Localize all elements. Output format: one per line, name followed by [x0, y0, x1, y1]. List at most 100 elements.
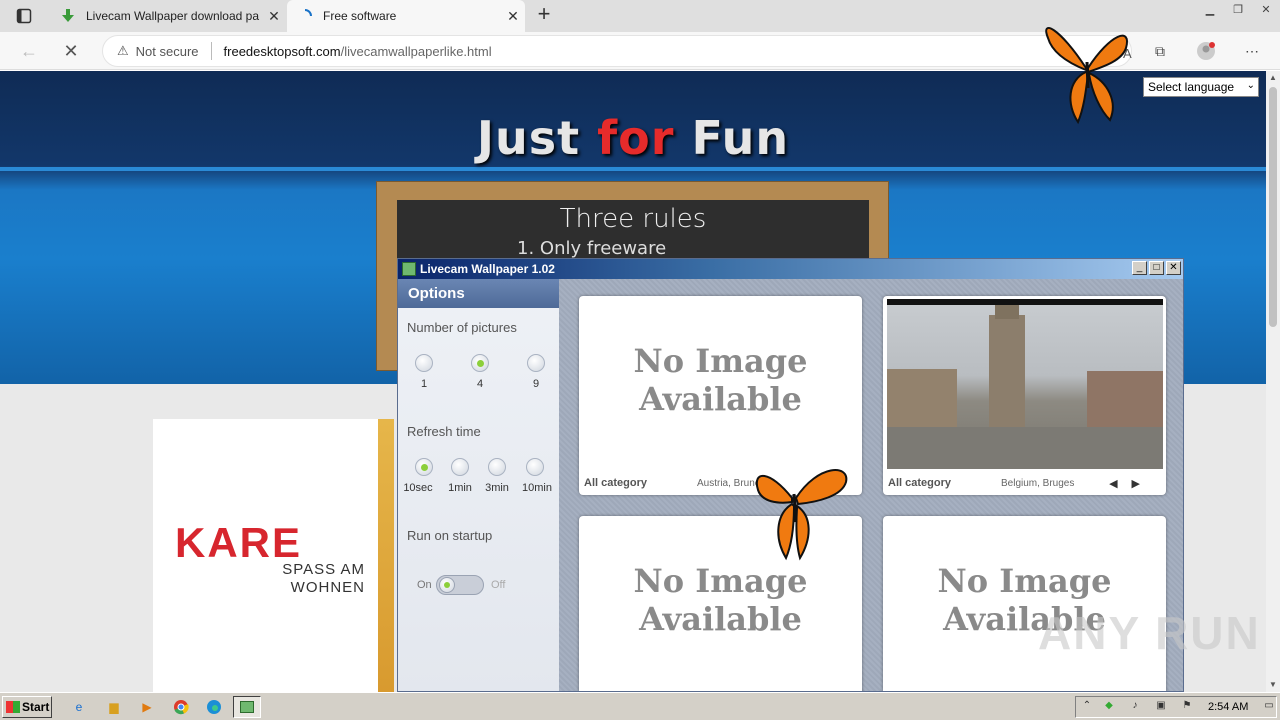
options-panel: Options Number of pictures 1 4 9 Refresh… [398, 279, 559, 691]
camera-category[interactable]: All category [888, 477, 951, 489]
radio-refresh-10min[interactable] [526, 458, 544, 476]
stop-loading-button[interactable]: ✕ [58, 38, 84, 64]
minimize-button[interactable]: ▁ [1196, 0, 1224, 18]
toggle-on-label: On [417, 579, 432, 591]
language-select[interactable]: Select language ⌄ [1143, 77, 1259, 97]
board-title: Three rules [559, 204, 707, 234]
chevron-up-icon[interactable]: ⌃ [1080, 700, 1094, 714]
radio-refresh-3min[interactable] [488, 458, 506, 476]
new-tab-button[interactable]: + [533, 3, 555, 26]
belfry-tower-shape [989, 305, 1025, 427]
minimize-button[interactable]: _ [1132, 261, 1147, 275]
toggle-knob[interactable] [439, 577, 455, 593]
back-button[interactable]: ← [16, 38, 42, 64]
no-image-line-2: Available [639, 600, 802, 638]
radio-label: 1min [448, 482, 472, 494]
radio-refresh-1min[interactable] [451, 458, 469, 476]
no-image-line-2: Available [639, 380, 802, 418]
scroll-thumb[interactable] [1269, 87, 1277, 327]
camera-category[interactable]: All category [584, 477, 647, 489]
language-select-value: Select language [1148, 80, 1235, 94]
show-desktop-icon[interactable]: ▭ [1262, 700, 1276, 714]
run-on-startup-label: Run on startup [407, 528, 493, 543]
maximize-button[interactable]: □ [1149, 261, 1164, 275]
prev-arrow-icon[interactable]: ◀ [1109, 478, 1131, 490]
profile-avatar[interactable] [1194, 40, 1218, 62]
camera-location: Belgium, Bruges [1001, 478, 1075, 489]
ad-tagline: SPASS AM WOHNEN [282, 561, 365, 596]
window-title: Livecam Wallpaper 1.02 [420, 262, 555, 276]
chevron-down-icon: ⌄ [1246, 80, 1255, 91]
radio-pictures-9[interactable] [527, 354, 545, 372]
restore-button[interactable]: ❐ [1224, 0, 1252, 18]
warning-icon: ⚠ [117, 43, 129, 58]
titlebar-buttons: _ □ ✕ [1132, 261, 1181, 275]
radio-pictures-1[interactable] [415, 354, 433, 372]
advertisement[interactable]: KARE SPASS AM WOHNEN [153, 419, 394, 692]
taskbar: Start e ▆ ▶ ⌃ ◆ ♪ ▣ ⚑ 2:54 AM ▭ [0, 692, 1280, 720]
more-options-icon[interactable]: ⋯ [1240, 40, 1264, 62]
media-player-icon[interactable]: ▶ [138, 698, 156, 716]
ad-brand-logo: KARE [175, 519, 303, 566]
window-titlebar[interactable]: Livecam Wallpaper 1.02 _ □ ✕ [398, 259, 1183, 279]
market-square-shape [887, 427, 1163, 469]
page-scrollbar[interactable]: ▲ ▼ [1266, 71, 1280, 692]
collections-icon[interactable]: ⧉ [1148, 40, 1172, 62]
no-image-line-1: No Image [937, 562, 1112, 600]
folder-icon[interactable]: ▆ [105, 698, 123, 716]
chrome-icon[interactable] [172, 698, 190, 716]
hero-part-3: Fun [674, 111, 790, 165]
security-shield-icon[interactable]: ◆ [1102, 700, 1116, 714]
image-caption-bar [887, 299, 1163, 305]
radio-label: 10min [522, 482, 552, 494]
close-window-button[interactable]: ✕ [1252, 0, 1280, 18]
radio-refresh-10sec[interactable] [415, 458, 433, 476]
building-shape [887, 369, 957, 431]
radio-label: 9 [532, 378, 540, 390]
building-shape [1087, 371, 1163, 431]
url-host: freedesktopsoft.com [223, 43, 341, 59]
tab-livecam-download[interactable]: Livecam Wallpaper download pa ✕ [50, 0, 286, 32]
window-controls: ▁ ❐ ✕ [1196, 0, 1280, 18]
clock[interactable]: 2:54 AM [1208, 701, 1248, 713]
startup-toggle[interactable] [436, 575, 484, 595]
radio-label: 10sec [403, 482, 433, 494]
tab-free-software[interactable]: Free software ✕ [287, 0, 525, 32]
system-tray: ⌃ ◆ ♪ ▣ ⚑ 2:54 AM ▭ [1075, 696, 1277, 718]
no-image-placeholder: No Image Available [579, 342, 862, 418]
next-arrow-icon[interactable]: ▶ [1132, 478, 1154, 490]
tab-actions-button[interactable] [8, 6, 40, 26]
edge-icon[interactable] [205, 698, 223, 716]
radio-pictures-4[interactable] [471, 354, 489, 372]
close-icon[interactable]: ✕ [262, 4, 286, 28]
butterfly-icon [755, 469, 848, 561]
camera-tile[interactable]: No Image Available [883, 516, 1166, 691]
webcam-image [887, 299, 1163, 469]
no-image-placeholder: No Image Available [579, 562, 862, 638]
network-icon[interactable]: ▣ [1154, 700, 1168, 714]
livecam-taskbar-button[interactable] [233, 696, 261, 718]
flag-icon[interactable]: ⚑ [1180, 700, 1194, 714]
divider [210, 42, 212, 60]
scroll-down-icon[interactable]: ▼ [1266, 678, 1280, 692]
camera-tile[interactable]: All category Belgium, Bruges ◀▶ [883, 296, 1166, 495]
ie-icon[interactable]: e [70, 698, 88, 716]
board-rule: 1. Only freeware [517, 238, 667, 259]
scroll-up-icon[interactable]: ▲ [1266, 71, 1280, 85]
volume-icon[interactable]: ♪ [1128, 700, 1142, 714]
toggle-off-label: Off [491, 579, 506, 591]
close-icon[interactable]: ✕ [501, 4, 525, 28]
butterfly-icon [1045, 27, 1128, 125]
radio-label: 1 [420, 378, 428, 390]
tab-actions-icon [16, 8, 32, 24]
download-arrow-icon [60, 8, 76, 24]
hero-part-1: Just [476, 111, 598, 165]
start-button[interactable]: Start [2, 696, 52, 718]
tab-title: Livecam Wallpaper download pa [86, 9, 259, 23]
address-bar[interactable]: ⚠ Not secure freedesktopsoft.com/livecam… [102, 35, 1132, 67]
close-button[interactable]: ✕ [1166, 261, 1181, 275]
options-header: Options [398, 279, 559, 308]
no-image-line-1: No Image [633, 562, 808, 600]
camera-nav-arrows: ◀▶ [1109, 477, 1154, 490]
radio-label: 3min [485, 482, 509, 494]
